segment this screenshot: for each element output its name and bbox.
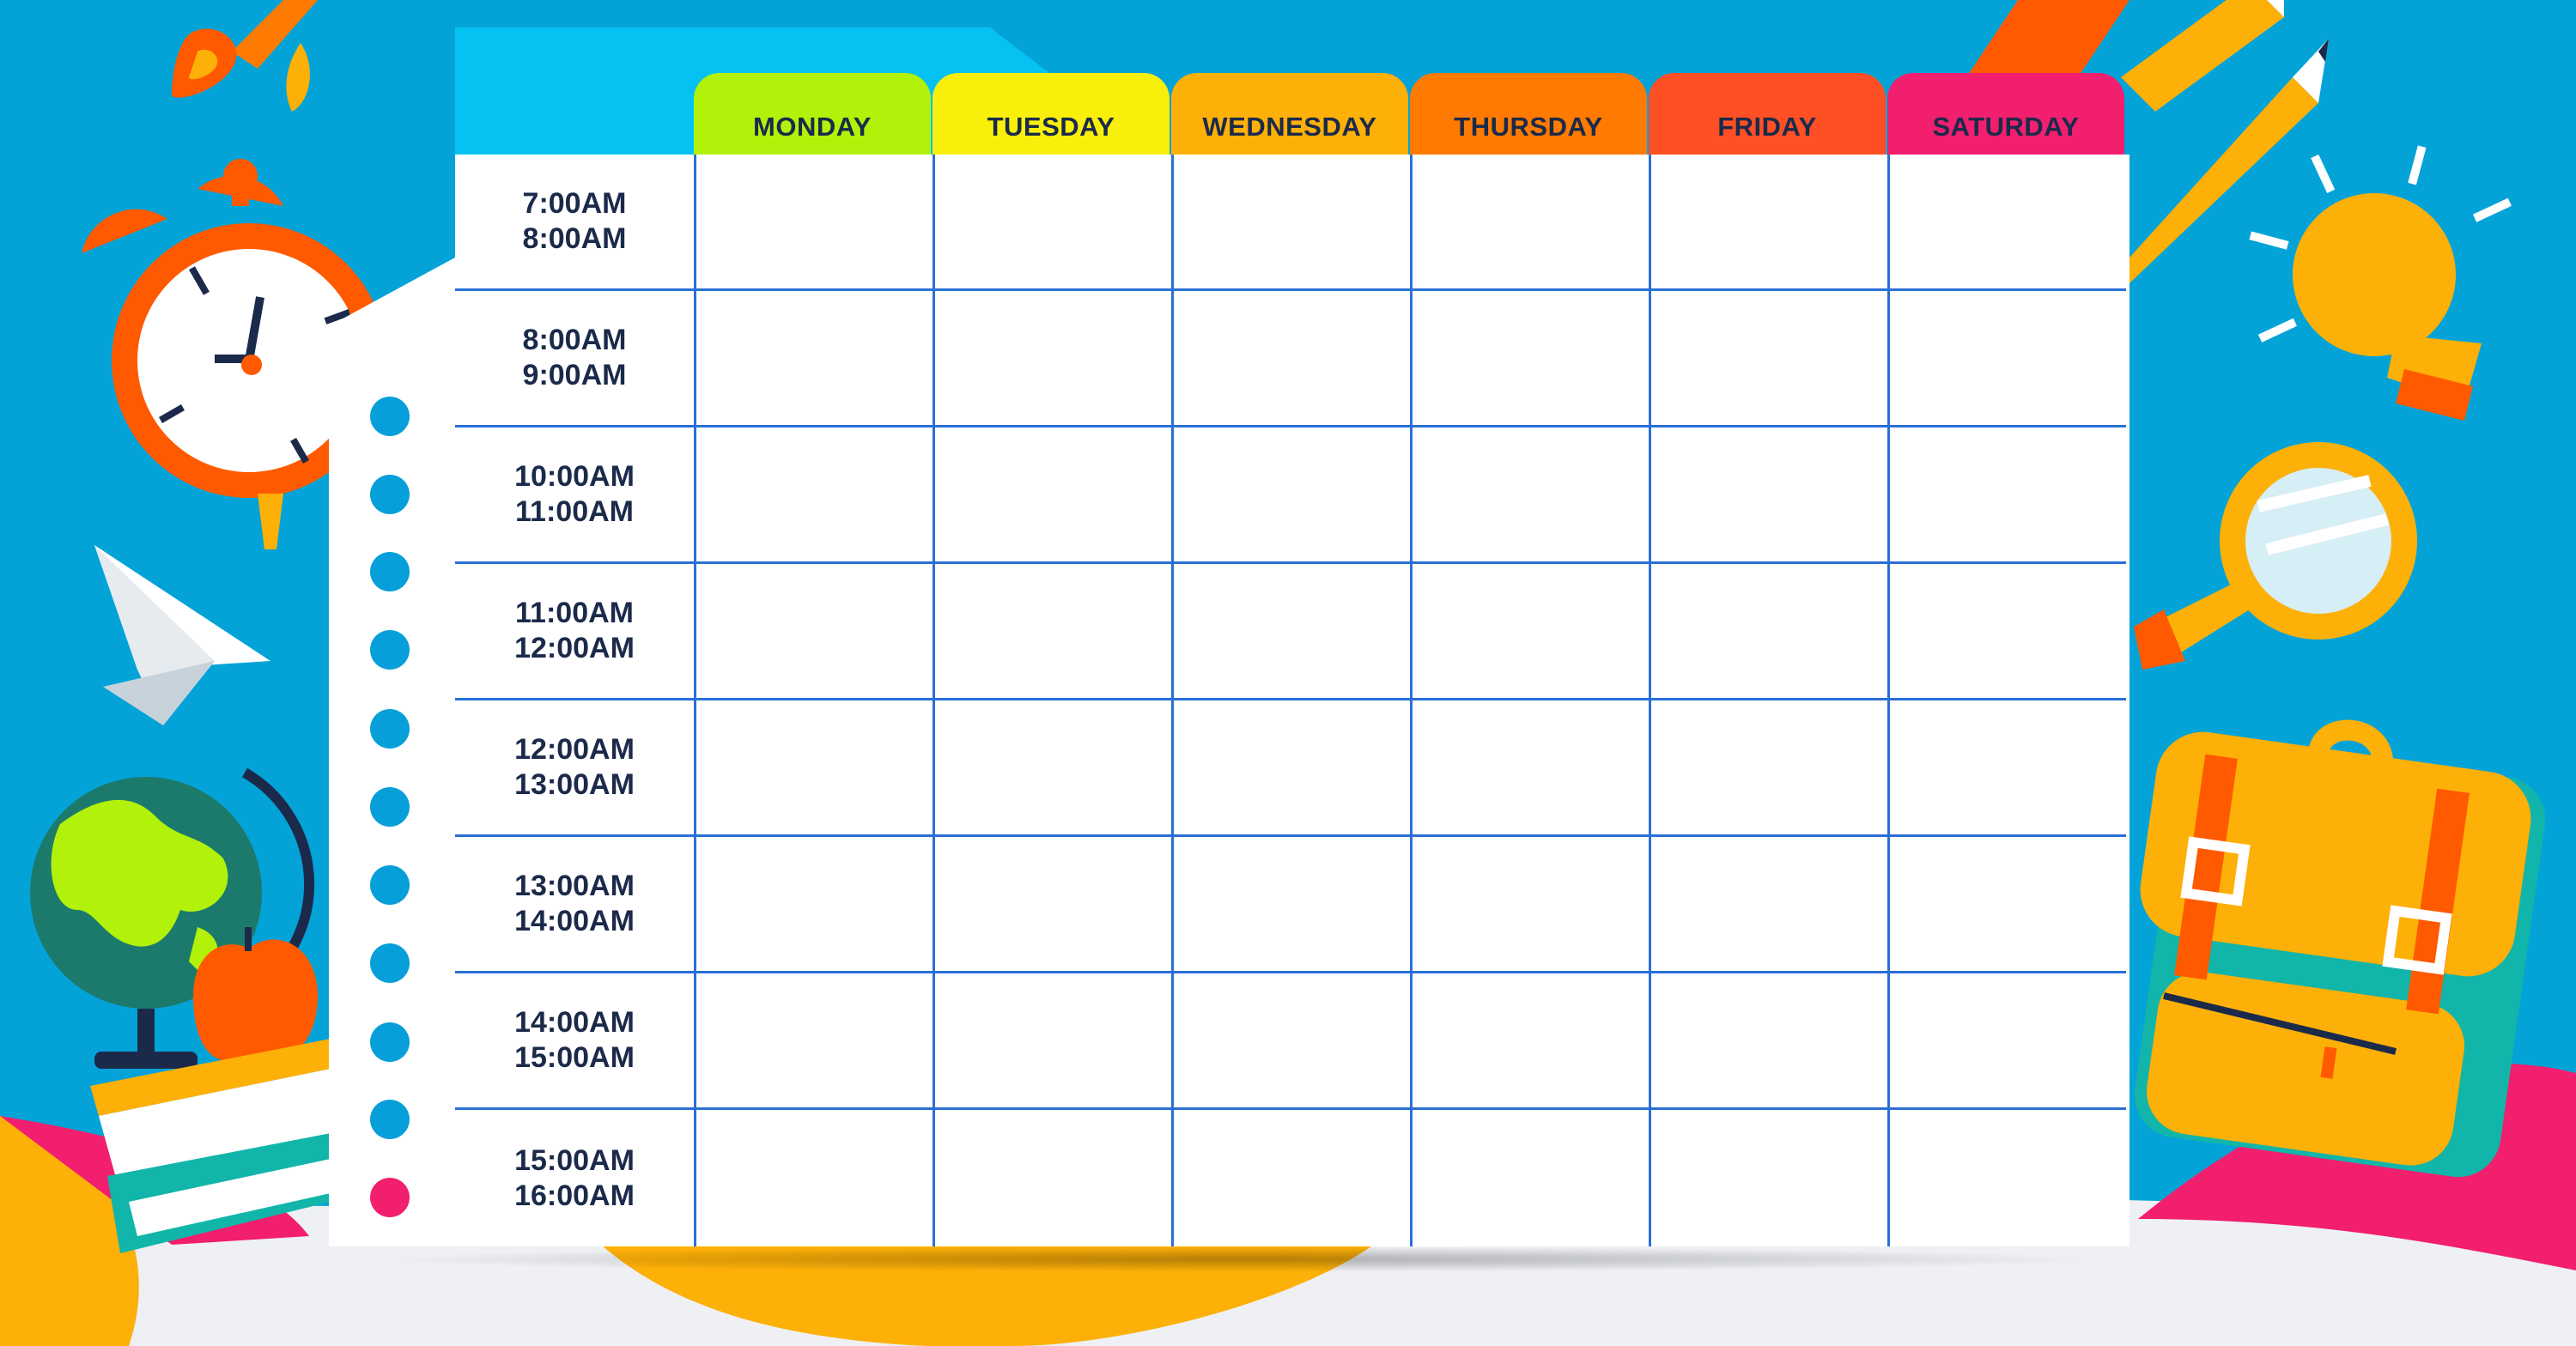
day-header-wednesday: WEDNESDAY (1171, 73, 1408, 155)
schedule-cell[interactable] (933, 291, 1171, 427)
schedule-cell[interactable] (694, 837, 933, 973)
schedule-cell[interactable] (1410, 700, 1649, 837)
schedule-cell[interactable] (1887, 973, 2126, 1110)
time-slot-label: 12:00AM 13:00AM (455, 700, 694, 837)
time-slot-label: 8:00AM 9:00AM (455, 291, 694, 427)
schedule-cell[interactable] (1649, 837, 1887, 973)
time-slot-end: 14:00AM (514, 905, 635, 937)
day-header-saturday: SATURDAY (1887, 73, 2124, 155)
schedule-cell[interactable] (1171, 837, 1410, 973)
day-header-row: MONDAY TUESDAY WEDNESDAY THURSDAY FRIDAY… (694, 73, 2124, 155)
schedule-cell[interactable] (1649, 155, 1887, 291)
schedule-cell[interactable] (933, 700, 1171, 837)
schedule-cell[interactable] (1410, 837, 1649, 973)
schedule-cell[interactable] (933, 155, 1171, 291)
binder-hole (370, 709, 410, 749)
schedule-cell[interactable] (694, 291, 933, 427)
schedule-cell[interactable] (1887, 427, 2126, 564)
schedule-cell[interactable] (1649, 291, 1887, 427)
schedule-cell[interactable] (933, 564, 1171, 700)
time-slot-label: 11:00AM 12:00AM (455, 564, 694, 700)
day-header-monday: MONDAY (694, 73, 931, 155)
schedule-cell[interactable] (1171, 155, 1410, 291)
schedule-cell[interactable] (1887, 564, 2126, 700)
schedule-cell[interactable] (1171, 291, 1410, 427)
schedule-cell[interactable] (933, 973, 1171, 1110)
schedule-cell[interactable] (1171, 973, 1410, 1110)
time-slot-end: 8:00AM (522, 222, 627, 255)
schedule-cell[interactable] (1410, 155, 1649, 291)
schedule-cell[interactable] (1649, 973, 1887, 1110)
binder-hole (370, 865, 410, 905)
time-slot-start: 12:00AM (514, 733, 635, 766)
schedule-cell[interactable] (1410, 427, 1649, 564)
time-slot-end: 13:00AM (514, 768, 635, 801)
time-slot-start: 11:00AM (515, 597, 634, 629)
binder-hole (370, 552, 410, 591)
schedule-cell[interactable] (1410, 973, 1649, 1110)
backpack-icon (2134, 719, 2546, 1178)
schedule-cell[interactable] (1171, 1110, 1410, 1246)
binder-hole (370, 943, 410, 983)
schedule-cell[interactable] (1171, 564, 1410, 700)
schedule-cell[interactable] (694, 700, 933, 837)
time-slot-end: 16:00AM (514, 1179, 635, 1212)
schedule-cell[interactable] (1887, 155, 2126, 291)
schedule-cell[interactable] (933, 837, 1171, 973)
binder-hole (370, 1022, 410, 1062)
timetable-sheet: MONDAY TUESDAY WEDNESDAY THURSDAY FRIDAY… (329, 27, 2129, 1272)
rocket-icon (172, 0, 318, 112)
binder-hole (370, 1178, 410, 1217)
time-slot-end: 11:00AM (515, 495, 634, 528)
schedule-cell[interactable] (694, 427, 933, 564)
binder-hole (370, 397, 410, 436)
schedule-cell[interactable] (694, 973, 933, 1110)
magnifier-icon (2134, 442, 2417, 670)
time-slot-end: 9:00AM (522, 359, 627, 391)
time-slot-start: 7:00AM (522, 187, 627, 220)
schedule-cell[interactable] (1410, 564, 1649, 700)
schedule-cell[interactable] (694, 155, 933, 291)
binder-hole (370, 1100, 410, 1139)
pencil-icon (2121, 0, 2329, 283)
time-slot-label: 13:00AM 14:00AM (455, 837, 694, 973)
sheet-shadow (363, 1246, 2115, 1272)
time-slot-label: 14:00AM 15:00AM (455, 973, 694, 1110)
schedule-cell[interactable] (933, 427, 1171, 564)
schedule-grid: 7:00AM 8:00AM 8:00AM 9:00AM 10:00AM 11:00AM 11… (455, 155, 2129, 1246)
time-slot-end: 15:00AM (514, 1041, 635, 1074)
schedule-cell[interactable] (1887, 291, 2126, 427)
schedule-cell[interactable] (1649, 700, 1887, 837)
time-slot-start: 14:00AM (514, 1006, 635, 1039)
time-slot-start: 8:00AM (522, 324, 627, 356)
day-header-friday: FRIDAY (1649, 73, 1886, 155)
light-bulb-icon (2249, 145, 2512, 421)
schedule-cell[interactable] (694, 1110, 933, 1246)
binder-hole (370, 787, 410, 827)
schedule-cell[interactable] (1171, 700, 1410, 837)
schedule-cell[interactable] (1887, 1110, 2126, 1246)
time-slot-start: 15:00AM (514, 1143, 635, 1177)
schedule-cell[interactable] (1649, 1110, 1887, 1246)
time-slot-start: 13:00AM (514, 870, 635, 902)
time-slot-label: 15:00AM 16:00AM (455, 1110, 694, 1246)
time-slot-end: 12:00AM (514, 632, 635, 664)
time-slot-label: 10:00AM 11:00AM (455, 427, 694, 564)
schedule-cell[interactable] (1887, 700, 2126, 837)
schedule-cell[interactable] (1171, 427, 1410, 564)
binder-hole (370, 630, 410, 670)
binder-hole (370, 475, 410, 514)
schedule-cell[interactable] (1887, 837, 2126, 973)
day-header-thursday: THURSDAY (1410, 73, 1647, 155)
time-slot-start: 10:00AM (514, 460, 635, 493)
schedule-cell[interactable] (933, 1110, 1171, 1246)
schedule-cell[interactable] (1410, 1110, 1649, 1246)
schedule-cell[interactable] (1410, 291, 1649, 427)
day-header-tuesday: TUESDAY (933, 73, 1170, 155)
paper-plane-icon (94, 545, 270, 725)
schedule-cell[interactable] (694, 564, 933, 700)
schedule-cell[interactable] (1649, 427, 1887, 564)
schedule-cell[interactable] (1649, 564, 1887, 700)
time-slot-label: 7:00AM 8:00AM (455, 155, 694, 291)
